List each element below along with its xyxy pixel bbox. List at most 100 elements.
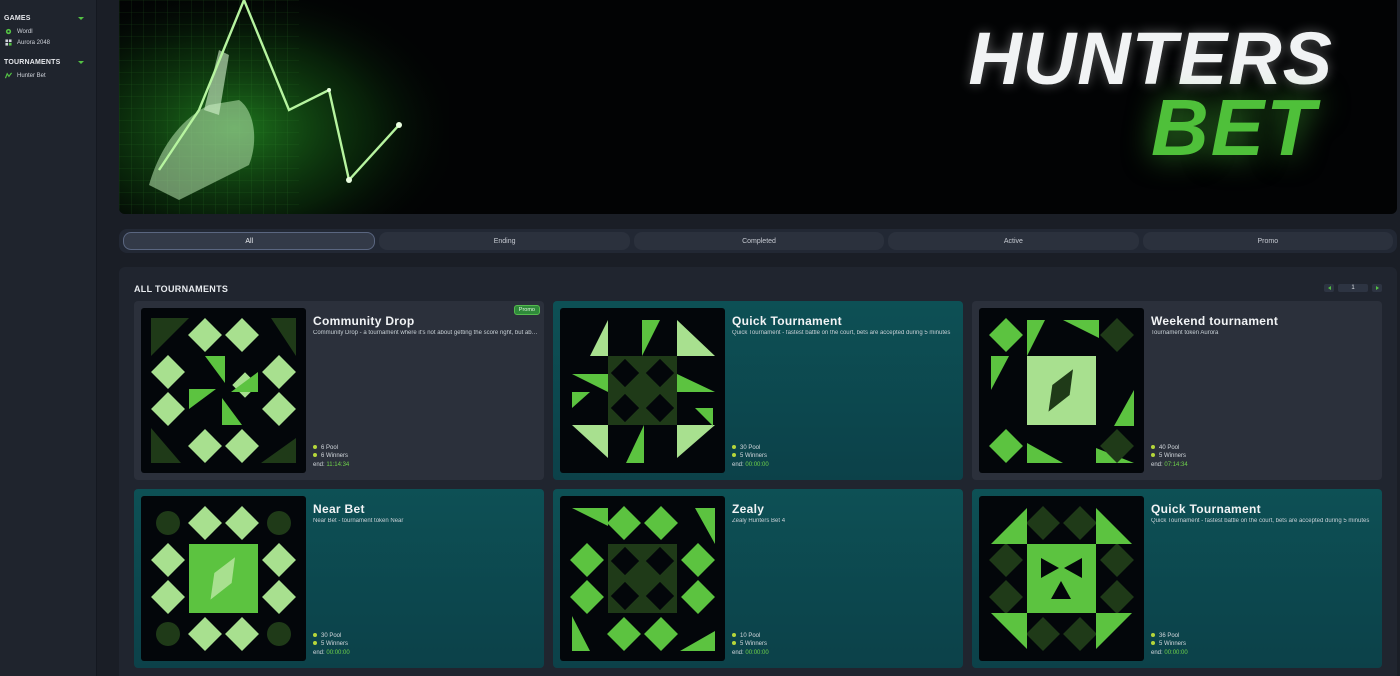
pool-dot-icon [732, 632, 736, 637]
pool-dot-icon [1151, 444, 1155, 449]
stock-chart-illustration [119, 0, 449, 214]
card-stats: 30 Pool 5 Winners end: 00:00:00 [732, 444, 769, 470]
tournament-card-quick-tournament-2[interactable]: Quick Tournament Quick Tournament - fast… [972, 489, 1382, 668]
card-description: Quick Tournament - fastest battle on the… [1151, 518, 1370, 524]
grid-icon [5, 39, 12, 46]
tournament-artwork [141, 496, 306, 661]
winners-value: 5 Winners [321, 641, 349, 647]
pool-dot-icon [313, 444, 317, 449]
winners-value: 5 Winners [1159, 453, 1187, 459]
end-label: end: [732, 649, 744, 656]
tournament-artwork [979, 308, 1144, 473]
card-description: Quick Tournament - fastest battle on the… [732, 330, 951, 336]
tournament-artwork [560, 496, 725, 661]
page-number: 1 [1338, 284, 1368, 292]
winners-value: 5 Winners [1159, 641, 1187, 647]
tab-ending[interactable]: Ending [379, 232, 630, 250]
end-timer: 07:14:34 [1164, 461, 1188, 468]
sidebar-item-aurora-2048[interactable]: Aurora 2048 [0, 37, 96, 48]
card-title: Near Bet [313, 502, 365, 516]
pagination: 1 [1324, 284, 1382, 292]
card-description: Zealy Hunters Bet 4 [732, 518, 786, 524]
sidebar-section-label: TOURNAMENTS [4, 58, 61, 66]
chevron-down-icon [78, 60, 84, 64]
end-timer: 00:00:00 [745, 649, 769, 656]
winners-value: 6 Winners [321, 453, 349, 459]
sidebar-section-tournaments[interactable]: TOURNAMENTS [0, 56, 96, 68]
card-description: Tournament token Aurora [1151, 330, 1219, 336]
winners-dot-icon [1151, 453, 1155, 458]
sidebar-section-games[interactable]: GAMES [0, 12, 96, 24]
next-page-button[interactable] [1372, 284, 1382, 292]
end-label: end: [1151, 649, 1163, 656]
sidebar-item-label: Hunter Bet [17, 72, 46, 79]
pool-value: 40 Pool [1159, 444, 1180, 451]
winners-value: 5 Winners [740, 641, 768, 647]
sidebar-section-label: GAMES [4, 14, 31, 22]
chevron-down-icon [78, 16, 84, 20]
card-title: Quick Tournament [732, 314, 842, 328]
tournament-card-near-bet[interactable]: Near Bet Near Bet - tournament token Nea… [134, 489, 544, 668]
end-timer: 00:00:00 [1164, 649, 1188, 656]
card-stats: 30 Pool 5 Winners end: 00:00:00 [313, 632, 350, 658]
pool-value: 6 Pool [321, 444, 339, 451]
chevron-right-icon [1375, 286, 1379, 290]
tournament-artwork [141, 308, 306, 473]
globe-icon [5, 28, 12, 35]
pool-dot-icon [1151, 632, 1155, 637]
card-stats: 10 Pool 5 Winners end: 00:00:00 [732, 632, 769, 658]
promo-badge: Promo [513, 305, 540, 315]
winners-value: 5 Winners [740, 453, 768, 459]
end-label: end: [313, 649, 325, 656]
end-timer: 00:00:00 [326, 649, 350, 656]
tournament-card-weekend-tournament[interactable]: Weekend tournament Tournament token Auro… [972, 301, 1382, 480]
tab-active[interactable]: Active [888, 232, 1139, 250]
sidebar: GAMES Wordl Aurora 2048 TOURNAMENTS Hunt… [0, 0, 97, 676]
prev-page-button[interactable] [1324, 284, 1334, 292]
tournament-artwork [560, 308, 725, 473]
sidebar-item-hunter-bet[interactable]: Hunter Bet [0, 70, 96, 81]
tab-all[interactable]: All [123, 232, 376, 250]
winners-dot-icon [313, 641, 317, 646]
chevron-left-icon [1327, 286, 1331, 290]
card-stats: 6 Pool 6 Winners end: 11:14:34 [313, 444, 349, 470]
card-title: Community Drop [313, 314, 415, 328]
card-title: Weekend tournament [1151, 314, 1279, 328]
sidebar-item-wordl[interactable]: Wordl [0, 26, 96, 37]
end-label: end: [1151, 461, 1163, 468]
chart-icon [5, 72, 12, 79]
sidebar-item-label: Wordl [17, 28, 33, 35]
card-description: Near Bet - tournament token Near [313, 518, 404, 524]
hero-banner: HUNTERS BET [119, 0, 1397, 214]
app-root: GAMES Wordl Aurora 2048 TOURNAMENTS Hunt… [0, 0, 1400, 676]
pool-value: 30 Pool [740, 444, 761, 451]
winners-dot-icon [732, 453, 736, 458]
pool-value: 10 Pool [740, 632, 761, 639]
logo-bet: BET [1151, 83, 1317, 172]
end-label: end: [732, 461, 744, 468]
pool-value: 30 Pool [321, 632, 342, 639]
end-timer: 11:14:34 [326, 461, 350, 468]
tab-completed[interactable]: Completed [633, 232, 885, 250]
winners-dot-icon [1151, 641, 1155, 646]
card-stats: 36 Pool 5 Winners end: 00:00:00 [1151, 632, 1188, 658]
tournament-artwork [979, 496, 1144, 661]
tournament-card-community-drop[interactable]: Promo Community Drop Community Drop - a … [134, 301, 544, 480]
section-title: ALL TOURNAMENTS [134, 284, 229, 294]
pool-dot-icon [732, 444, 736, 449]
end-timer: 00:00:00 [745, 461, 769, 468]
tab-promo[interactable]: Promo [1142, 232, 1394, 250]
winners-dot-icon [313, 453, 317, 458]
end-label: end: [313, 461, 325, 468]
tournament-card-zealy[interactable]: Zealy Zealy Hunters Bet 4 10 Pool 5 Winn… [553, 489, 963, 668]
sidebar-item-label: Aurora 2048 [17, 39, 51, 46]
winners-dot-icon [732, 641, 736, 646]
card-title: Quick Tournament [1151, 502, 1261, 516]
filter-tabs: All Ending Completed Active Promo [119, 229, 1397, 253]
pool-dot-icon [313, 632, 317, 637]
card-description: Community Drop - a tournament where it's… [313, 330, 538, 336]
tournament-card-quick-tournament[interactable]: Quick Tournament Quick Tournament - fast… [553, 301, 963, 480]
card-stats: 40 Pool 5 Winners end: 07:14:34 [1151, 444, 1188, 470]
pool-value: 36 Pool [1159, 632, 1180, 639]
card-title: Zealy [732, 502, 765, 516]
